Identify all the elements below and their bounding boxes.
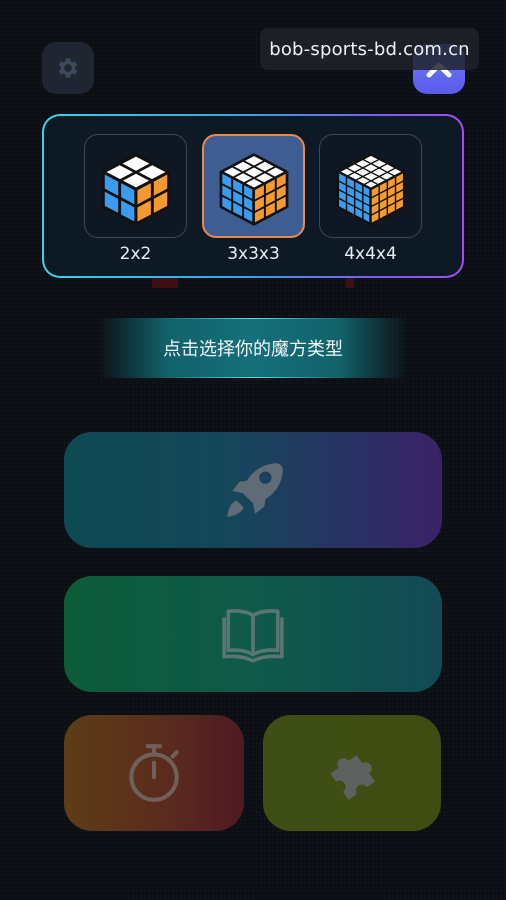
puzzle-tile[interactable] <box>263 715 441 831</box>
background-shape <box>152 278 178 288</box>
learn-tile[interactable] <box>64 576 442 692</box>
background-shape <box>346 278 354 288</box>
cube-option-3x3x3[interactable] <box>202 134 305 238</box>
cube-option-4x4x4[interactable] <box>319 134 422 238</box>
cube-type-selector: 2x2 3x3x3 4x4x4 <box>42 114 464 278</box>
cube-3x3x3-icon <box>219 153 288 226</box>
cube-label-2x2: 2x2 <box>119 244 152 264</box>
stopwatch-icon <box>129 744 179 802</box>
cube-label-4x4x4: 4x4x4 <box>344 244 397 264</box>
puzzle-icon <box>330 755 375 800</box>
cube-4x4x4-icon <box>336 153 405 226</box>
watermark-text: bob-sports-bd.com.cn <box>260 28 479 70</box>
book-icon <box>222 609 284 663</box>
select-cube-prompt: 点击选择你的魔方类型 <box>98 318 408 378</box>
timer-tile[interactable] <box>64 715 244 831</box>
cube-option-2x2[interactable] <box>84 134 187 238</box>
settings-button[interactable] <box>42 42 94 94</box>
gear-icon <box>58 58 78 78</box>
speed-solve-tile[interactable] <box>64 432 442 548</box>
cube-label-3x3x3: 3x3x3 <box>227 244 280 264</box>
rocket-icon <box>227 463 283 517</box>
cube-2x2-icon <box>101 153 170 226</box>
